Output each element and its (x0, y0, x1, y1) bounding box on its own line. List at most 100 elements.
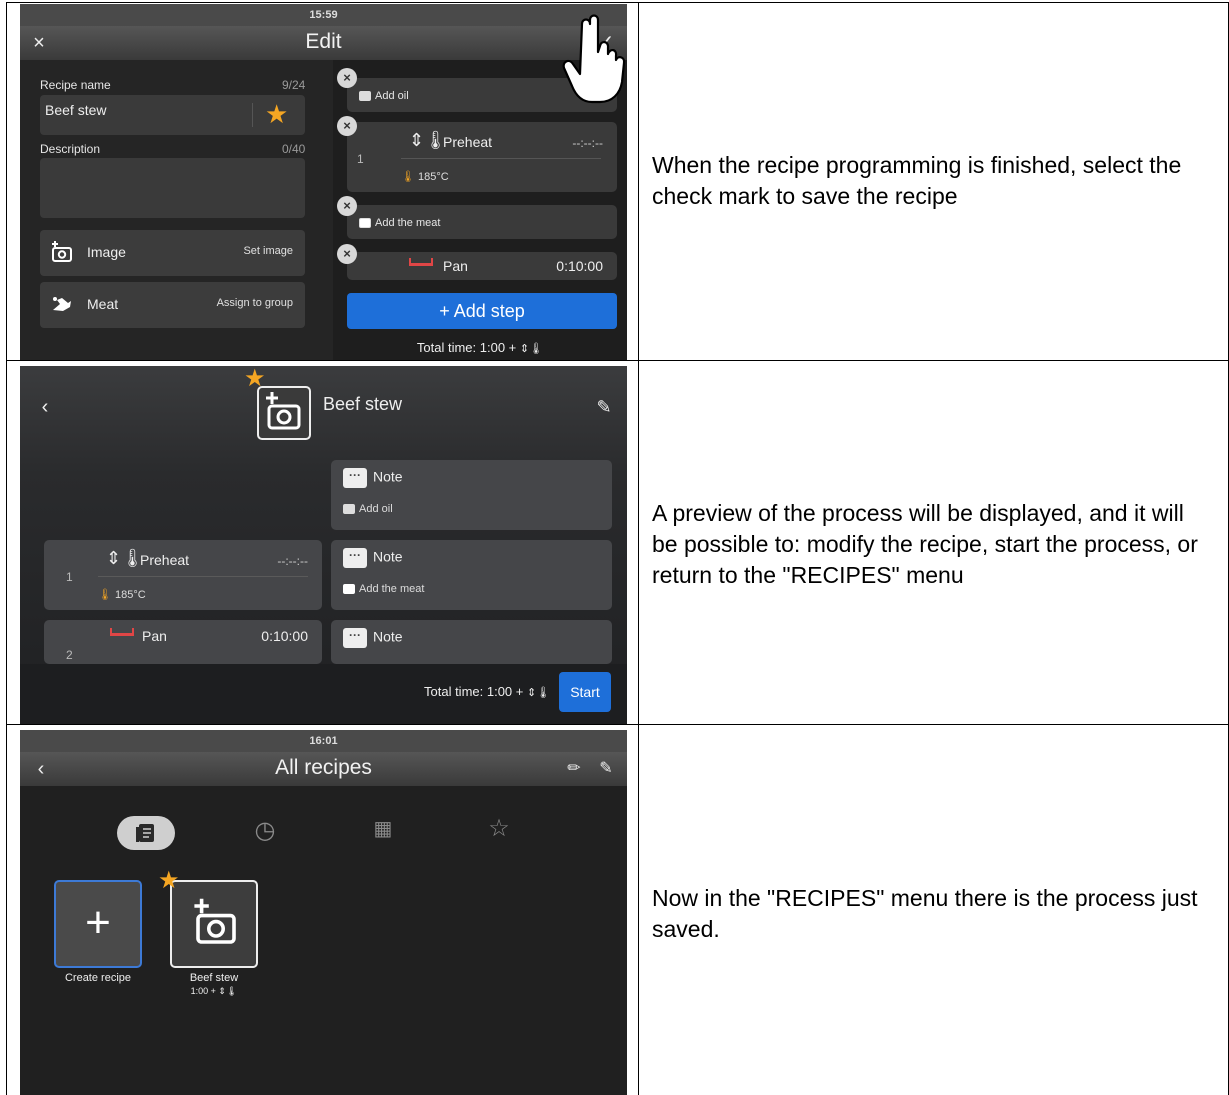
description-counter: 0/40 (282, 142, 306, 156)
note-icon (359, 91, 371, 102)
remove-step-icon[interactable]: × (337, 68, 357, 88)
image-label: Image (87, 244, 126, 260)
total-time: Total time: 1:00 + ⇕🌡 (424, 684, 550, 699)
set-image-button[interactable]: Image Set image (40, 230, 305, 276)
page-title: All recipes (275, 756, 372, 779)
pan-icon (409, 258, 433, 266)
preheat-temp: 185°C (418, 171, 449, 183)
back-icon[interactable]: ‹ (32, 394, 58, 420)
assign-group-button[interactable]: Meat Assign to group (40, 282, 305, 328)
preheat-icon: ⇕🌡 (409, 130, 447, 150)
note-sub: Add the meat (359, 583, 425, 595)
edit-pencil-icon[interactable]: ✎ (591, 394, 617, 420)
preheat-icon: ⇕🌡 (106, 548, 144, 568)
preview-screen: ‹ ★ Beef stew ✎ ··· Note Add oil ··· Note … (20, 366, 627, 724)
step-note-text: Add the meat (375, 217, 441, 229)
step-index: 2 (66, 648, 73, 662)
add-step-button[interactable]: + Add step (347, 293, 617, 329)
pan-label: Pan (142, 628, 167, 644)
step-pan[interactable]: Pan 0:10:00 2 (44, 620, 322, 664)
pan-time: 0:10:00 (261, 628, 308, 644)
tab-recent-clock-icon[interactable]: ◷ (248, 816, 282, 845)
preheat-label: Preheat (140, 552, 190, 568)
note-card[interactable]: ··· Note Add oil (331, 460, 612, 530)
note-bubble-icon: ··· (343, 468, 367, 488)
pan-label: Pan (443, 258, 468, 274)
usb-stick-icon[interactable]: ✏ (561, 756, 587, 782)
pan-icon (110, 628, 134, 636)
remove-step-icon[interactable]: × (337, 244, 357, 264)
title-bar: × Edit ✓ (20, 26, 627, 60)
thermometer-icon: 🌡 (98, 589, 112, 601)
recipe-time-label: 1:00 + ⇕🌡 (164, 986, 264, 997)
group-label: Meat (87, 296, 119, 312)
preheat-time: --:--:-- (572, 136, 603, 150)
create-recipe-button[interactable]: + (54, 880, 142, 968)
recipe-name-value: Beef stew (45, 102, 107, 118)
create-recipe-label: Create recipe (64, 972, 132, 984)
recipe-form: Recipe name 9/24 Beef stew ★ Description… (20, 60, 333, 360)
caption-save-recipe: When the recipe programming is finished,… (652, 152, 1182, 209)
description-input[interactable] (40, 158, 305, 218)
step-preheat[interactable]: ⇕🌡 Preheat --:--:-- 1 🌡 185°C (347, 122, 617, 192)
note-label: Note (373, 548, 403, 565)
all-recipes-screen: 16:01 ‹ All recipes ✏ ✎ ◷ ▦ ☆ + Create r… (20, 730, 627, 1095)
recipe-title: Beef stew (323, 394, 403, 414)
preheat-small-icon: ⇕🌡 (218, 986, 238, 996)
recipe-name-counter: 9/24 (282, 78, 306, 92)
caption-recipes-menu: Now in the "RECIPES" menu there is the p… (652, 885, 1198, 942)
remove-step-icon[interactable]: × (337, 116, 357, 136)
note-card[interactable]: ··· Note Add the meat (331, 540, 612, 610)
preheat-label: Preheat (443, 134, 493, 150)
add-photo-icon (50, 240, 74, 264)
start-button[interactable]: Start (559, 672, 611, 712)
thermometer-icon: 🌡 (401, 171, 415, 183)
set-image-label: Set image (243, 245, 293, 257)
step-note-text: Add oil (375, 90, 409, 102)
tab-all-recipes[interactable] (117, 816, 175, 850)
tab-favorites-star-icon[interactable]: ☆ (482, 814, 516, 843)
recipe-tile-beef-stew[interactable] (170, 880, 258, 968)
page-title: Edit (305, 30, 342, 53)
description-label: Description (40, 142, 101, 156)
recipe-name-input[interactable]: Beef stew ★ (40, 95, 305, 135)
pan-note-icon (359, 218, 371, 229)
total-time-text: Total time: 1:00 + (416, 340, 520, 355)
divider (252, 103, 253, 127)
divider (401, 158, 601, 159)
note-card[interactable]: ··· Note (331, 620, 612, 664)
favorite-star-icon[interactable]: ★ (265, 99, 288, 130)
total-time: Total time: 1:00 + ⇕🌡 (333, 340, 627, 355)
note-bubble-icon: ··· (343, 548, 367, 568)
pan-time: 0:10:00 (556, 258, 603, 274)
tab-groups-grid-icon[interactable]: ▦ (366, 816, 400, 841)
step-index: 1 (357, 152, 364, 166)
title-bar: ‹ All recipes ✏ ✎ (20, 752, 627, 786)
note-sub: Add oil (359, 503, 393, 515)
total-time-text: Total time: 1:00 + (424, 684, 527, 699)
step-preheat[interactable]: ⇕🌡 Preheat --:--:-- 1 🌡 185°C (44, 540, 322, 610)
remove-step-icon[interactable]: × (337, 196, 357, 216)
edit-pencil-icon[interactable]: ✎ (593, 756, 619, 782)
favorite-star-icon: ★ (244, 366, 266, 392)
pointing-hand-icon (562, 14, 626, 104)
recipe-name-label: Recipe name (40, 78, 111, 92)
note-label: Note (373, 468, 403, 485)
recipe-book-icon (136, 824, 154, 842)
note-icon (343, 504, 355, 515)
favorite-star-icon: ★ (158, 867, 180, 894)
status-time: 16:01 (20, 730, 627, 752)
status-time: 15:59 (20, 4, 627, 26)
step-pan[interactable]: Pan 0:10:00 (347, 252, 617, 280)
preheat-small-icon: ⇕🌡 (526, 687, 551, 699)
step-note-add-meat[interactable]: Add the meat (347, 205, 617, 239)
note-label: Note (373, 628, 403, 645)
step-index: 1 (66, 570, 73, 584)
recipe-image (257, 386, 311, 440)
preheat-temp: 185°C (115, 589, 146, 601)
recipe-time-text: 1:00 + (190, 986, 219, 996)
note-bubble-icon: ··· (343, 628, 367, 648)
meat-icon (50, 292, 74, 316)
add-photo-icon (194, 898, 236, 944)
assign-group-label: Assign to group (216, 297, 293, 309)
